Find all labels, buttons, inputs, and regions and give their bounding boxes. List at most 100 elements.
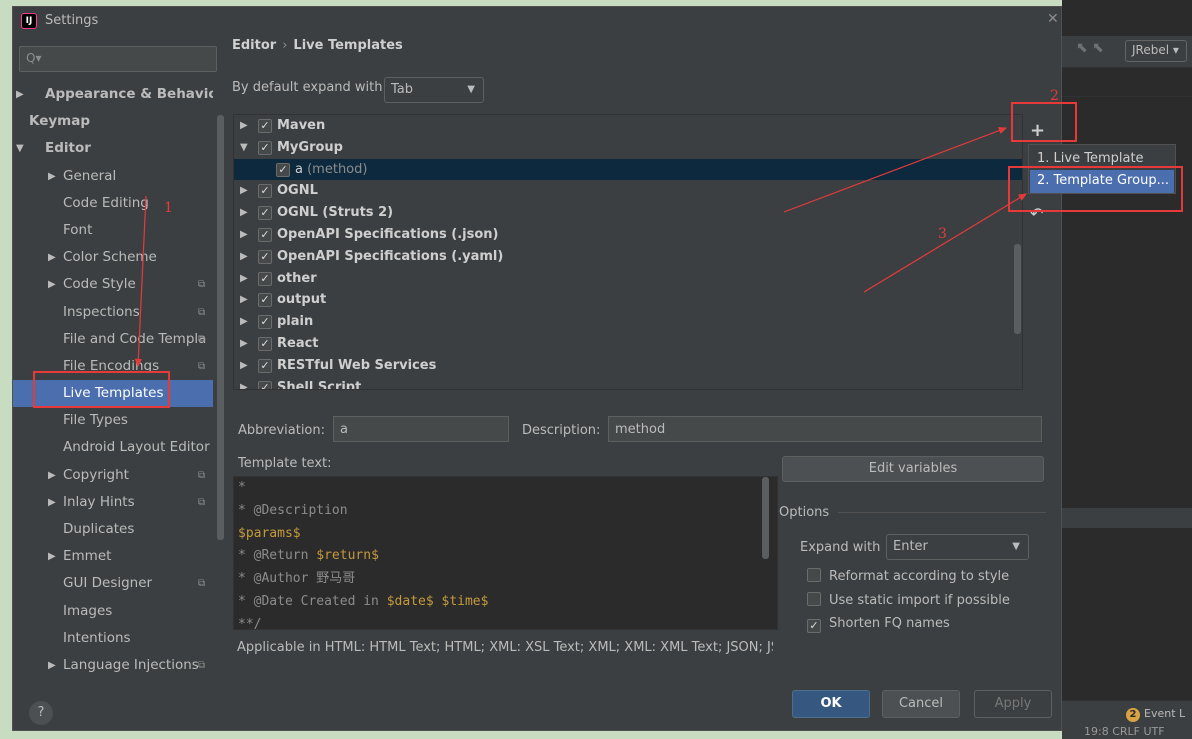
checkbox[interactable]: ✓	[258, 249, 272, 264]
template-row[interactable]: ✓ a (method)	[234, 158, 1022, 181]
description-field[interactable]	[608, 416, 1042, 442]
template-name-text: OGNL	[277, 183, 318, 199]
sidebar-item-copyright[interactable]: ▶ Copyright ⧉	[13, 462, 213, 489]
template-group-row[interactable]: ▶ ✓ React	[234, 333, 1022, 355]
chevron-right-icon[interactable]: ▶	[48, 271, 56, 298]
sidebar-item-android-layout-editor[interactable]: Android Layout Editor	[13, 434, 213, 461]
checkbox[interactable]: ✓	[258, 184, 272, 199]
chevron-right-icon[interactable]: ▶	[240, 115, 248, 137]
sidebar-item-emmet[interactable]: ▶ Emmet	[13, 543, 213, 570]
chevron-right-icon[interactable]: ▶	[240, 355, 248, 377]
chevron-right-icon[interactable]: ▶	[240, 311, 248, 333]
chevron-right-icon[interactable]: ▶	[240, 224, 248, 246]
chevron-right-icon[interactable]: ▶	[48, 489, 56, 516]
editor-scrollbar[interactable]	[762, 477, 769, 559]
sidebar-item-editor[interactable]: ▼ Editor	[13, 135, 213, 162]
template-group-row[interactable]: ▶ ✓ OpenAPI Specifications (.yaml)	[234, 246, 1022, 268]
settings-search[interactable]: Q▾	[19, 46, 217, 72]
template-group-row[interactable]: ▶ ✓ RESTful Web Services	[234, 355, 1022, 377]
chevron-right-icon[interactable]: ▶	[16, 81, 24, 108]
ok-button[interactable]: OK	[792, 690, 870, 718]
description-label: Description:	[522, 423, 601, 438]
default-expand-combo[interactable]: Tab ▼	[384, 77, 484, 103]
chevron-right-icon[interactable]: ▶	[48, 244, 56, 271]
template-group-row[interactable]: ▶ ✓ OGNL	[234, 180, 1022, 202]
template-group-row[interactable]: ▶ ✓ output	[234, 289, 1022, 311]
expand-with-combo[interactable]: Enter ▼	[886, 534, 1029, 560]
chevron-right-icon[interactable]: ▶	[240, 246, 248, 268]
template-text-editor[interactable]: * * @Description $params$ * @Return $return…	[233, 476, 778, 630]
sidebar-item-appearance-behavior[interactable]: ▶ Appearance & Behavior	[13, 81, 213, 108]
abbreviation-field[interactable]	[333, 416, 509, 442]
chevron-right-icon[interactable]: ▶	[240, 289, 248, 311]
shorten-fq-checkbox[interactable]: ✓ Shorten FQ names	[807, 616, 950, 633]
checkbox[interactable]: ✓	[258, 380, 272, 389]
add-icon[interactable]: +	[1030, 120, 1045, 141]
checkbox[interactable]: ✓	[258, 206, 272, 221]
sidebar-scrollbar[interactable]	[217, 115, 224, 540]
static-import-label: Use static import if possible	[829, 593, 1010, 608]
sidebar-item-general[interactable]: ▶ General	[13, 163, 213, 190]
chevron-right-icon[interactable]: ▶	[240, 333, 248, 355]
checkbox[interactable]: ✓	[258, 315, 272, 330]
event-log[interactable]: 2 Event L	[1126, 707, 1185, 722]
cancel-button[interactable]: Cancel	[882, 690, 960, 718]
chevron-right-icon[interactable]: ▶	[240, 377, 248, 389]
sidebar-item-font[interactable]: Font	[13, 217, 213, 244]
template-group-row[interactable]: ▶ ✓ Shell Script	[234, 377, 1022, 389]
sidebar-item-inspections[interactable]: Inspections ⧉	[13, 299, 213, 326]
template-group-row[interactable]: ▶ ✓ other	[234, 268, 1022, 290]
chevron-right-icon[interactable]: ▶	[240, 180, 248, 202]
chevron-right-icon[interactable]: ▶	[48, 462, 56, 489]
sidebar-item-label: Duplicates	[63, 521, 135, 537]
checkbox[interactable]: ✓	[258, 271, 272, 286]
applicable-contexts[interactable]: Applicable in HTML: HTML Text; HTML; XML…	[237, 640, 773, 655]
template-group-row[interactable]: ▶ ✓ OGNL (Struts 2)	[234, 202, 1022, 224]
chevron-down-icon[interactable]: ▼	[16, 135, 24, 162]
sidebar-item-file-types[interactable]: File Types	[13, 407, 213, 434]
sidebar-item-file-and-code-templa[interactable]: File and Code Templa ⧉	[13, 326, 213, 353]
sidebar-item-images[interactable]: Images	[13, 598, 213, 625]
event-log-label: Event L	[1144, 707, 1186, 720]
template-group-row[interactable]: ▶ ✓ Maven	[234, 115, 1022, 137]
help-button[interactable]: ?	[29, 701, 53, 725]
abbreviation-label: Abbreviation:	[238, 423, 326, 438]
static-import-checkbox[interactable]: Use static import if possible	[807, 592, 1010, 608]
sidebar-item-label: Keymap	[29, 113, 91, 130]
chevron-down-icon[interactable]: ▼	[240, 137, 248, 159]
close-icon[interactable]: ✕	[1047, 11, 1059, 27]
sidebar-item-language-injections[interactable]: ▶ Language Injections ⧉	[13, 652, 213, 679]
chevron-right-icon[interactable]: ▶	[48, 543, 56, 570]
checkbox[interactable]: ✓	[258, 358, 272, 373]
checkbox[interactable]: ✓	[258, 140, 272, 155]
checkbox[interactable]: ✓	[258, 293, 272, 308]
breadcrumb-parent[interactable]: Editor	[232, 38, 276, 53]
template-group-row[interactable]: ▶ ✓ plain	[234, 311, 1022, 333]
checkbox[interactable]: ✓	[276, 162, 290, 177]
project-scope-icon: ⧉	[198, 469, 206, 481]
chevron-right-icon[interactable]: ▶	[48, 163, 56, 190]
sidebar-item-code-editing[interactable]: Code Editing	[13, 190, 213, 217]
chevron-right-icon[interactable]: ▶	[240, 202, 248, 224]
reformat-checkbox[interactable]: Reformat according to style	[807, 568, 1009, 584]
sidebar-item-color-scheme[interactable]: ▶ Color Scheme	[13, 244, 213, 271]
options-divider	[838, 512, 1046, 513]
sidebar-item-intentions[interactable]: Intentions	[13, 625, 213, 652]
edit-variables-button[interactable]: Edit variables	[782, 456, 1044, 482]
chevron-right-icon[interactable]: ▶	[48, 652, 56, 679]
template-group-row[interactable]: ▼ ✓ MyGroup	[234, 137, 1022, 159]
tree-scrollbar[interactable]	[1014, 244, 1021, 334]
template-group-row[interactable]: ▶ ✓ OpenAPI Specifications (.json)	[234, 224, 1022, 246]
chevron-right-icon[interactable]: ▶	[240, 268, 248, 290]
checkbox[interactable]: ✓	[258, 227, 272, 242]
sidebar-item-code-style[interactable]: ▶ Code Style ⧉	[13, 271, 213, 298]
sidebar-item-keymap[interactable]: Keymap	[13, 108, 213, 135]
jrebel-combo[interactable]: JRebel ▾	[1125, 40, 1187, 62]
sidebar-item-inlay-hints[interactable]: ▶ Inlay Hints ⧉	[13, 489, 213, 516]
checkbox[interactable]: ✓	[258, 336, 272, 351]
ide-background: ⬉ ⬉ JRebel ▾ 2 Event L 19:8 CRLF UTF	[1062, 0, 1192, 739]
sidebar-item-gui-designer[interactable]: GUI Designer ⧉	[13, 570, 213, 597]
checkbox[interactable]: ✓	[258, 119, 272, 133]
search-input[interactable]	[42, 50, 212, 68]
sidebar-item-duplicates[interactable]: Duplicates	[13, 516, 213, 543]
